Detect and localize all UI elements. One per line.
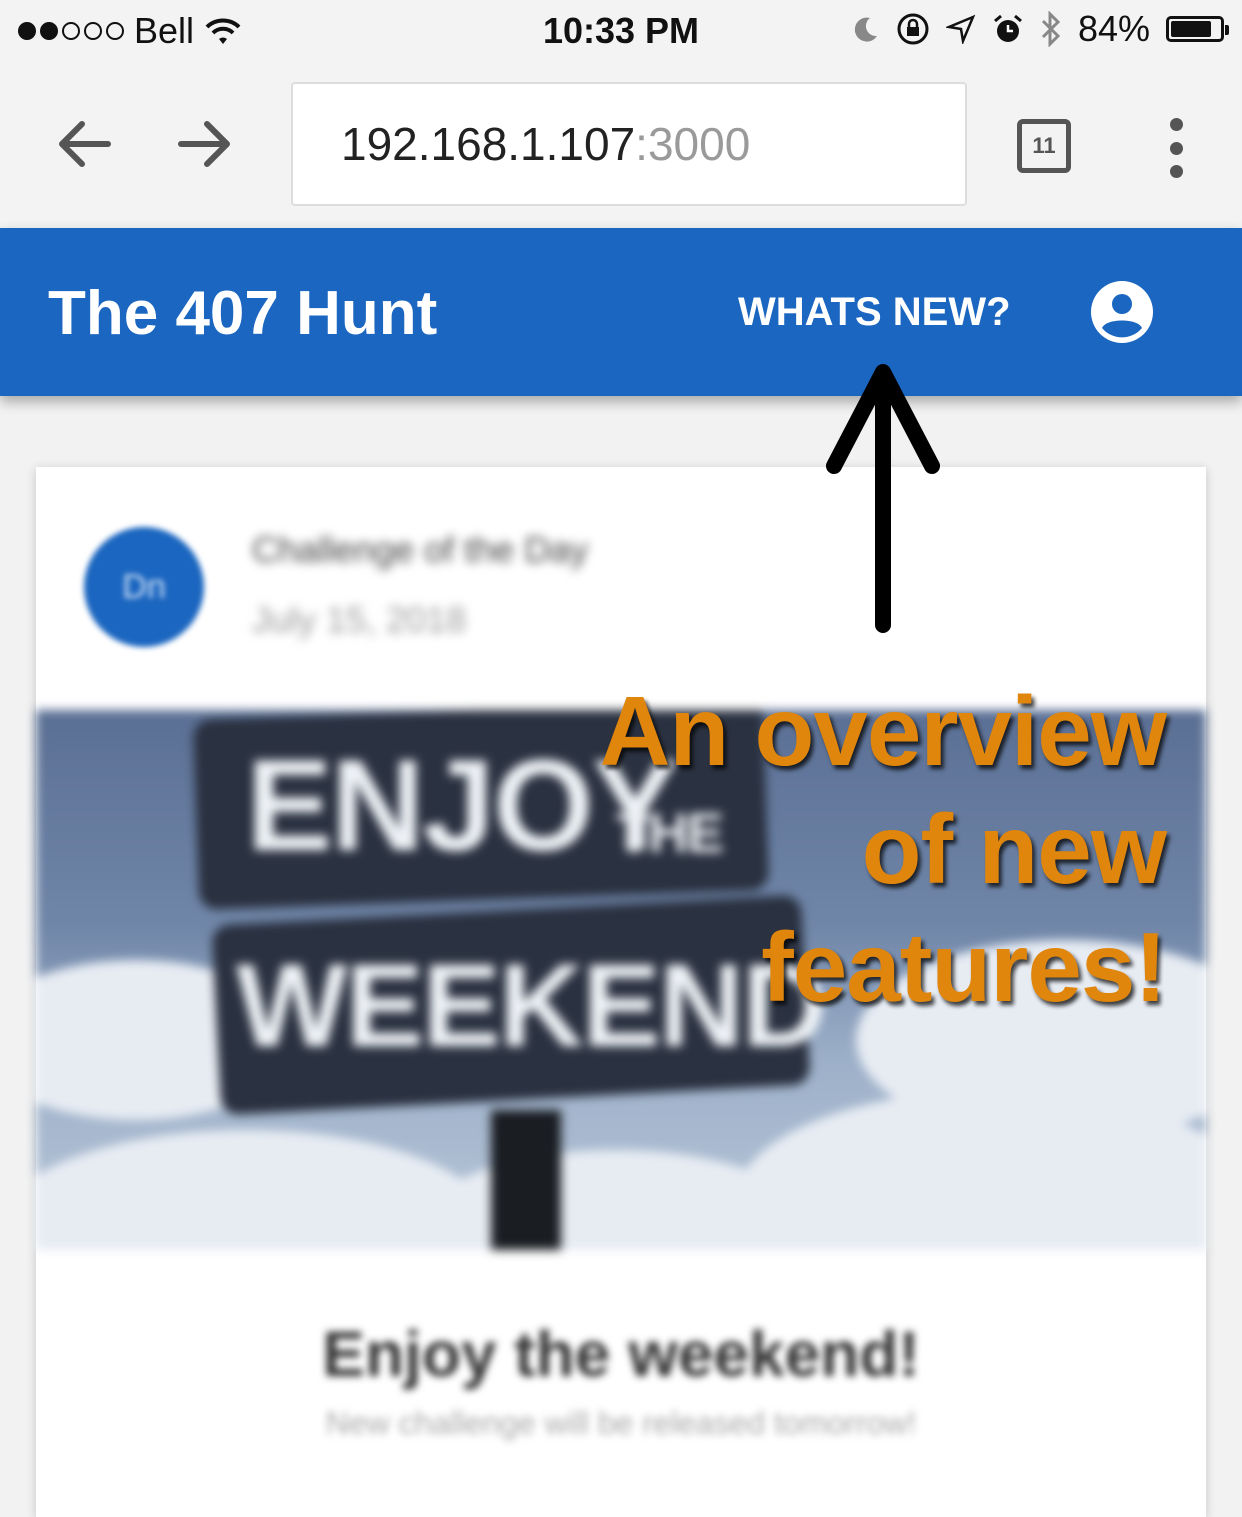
overflow-menu-button[interactable] — [1164, 118, 1188, 178]
app-title: The 407 Hunt — [48, 279, 438, 348]
battery-percent: 84% — [1077, 8, 1150, 49]
bluetooth-icon — [1041, 11, 1061, 47]
arrow-left-icon — [59, 121, 111, 167]
whats-new-button[interactable]: WHATS NEW? — [738, 290, 1011, 335]
arrow-right-icon — [178, 121, 230, 167]
avatar-text: Dn — [122, 567, 166, 606]
address-bar[interactable]: 192.168.1.107:3000 — [291, 82, 967, 206]
location-arrow-icon — [945, 14, 976, 44]
battery-icon — [1166, 16, 1229, 42]
forward-button[interactable] — [165, 104, 245, 184]
card-subtext: New challenge will be released tomorrow! — [325, 1405, 917, 1441]
account-icon[interactable] — [1090, 280, 1154, 344]
annotation-line: An overview — [599, 676, 1167, 786]
card-title: Challenge of the Day — [252, 529, 589, 570]
annotation-line: features! — [761, 912, 1167, 1022]
tab-count: 11 — [1032, 133, 1056, 158]
back-button[interactable] — [44, 104, 124, 184]
card-headline: Enjoy the weekend! — [322, 1318, 920, 1390]
annotation-text: An overview of new features! — [599, 672, 1167, 1026]
url-host: 192.168.1.107 — [341, 118, 636, 170]
browser-toolbar: 192.168.1.107:3000 11 — [0, 64, 1242, 228]
alarm-icon — [993, 14, 1022, 42]
tab-switcher-button[interactable]: 11 — [1017, 119, 1071, 173]
avatar: Dn — [84, 527, 204, 647]
status-bar: Bell 10:33 PM 84% — [0, 0, 1242, 64]
annotation-line: of new — [861, 794, 1167, 904]
annotation-arrow-icon — [826, 364, 940, 633]
status-right: 84% — [850, 8, 1229, 50]
app-bar: The 407 Hunt WHATS NEW? — [0, 228, 1242, 396]
card-date: July 15, 2018 — [252, 599, 467, 640]
url-port: :3000 — [635, 118, 751, 170]
rotation-lock-icon — [897, 13, 929, 45]
moon-icon — [854, 17, 877, 42]
